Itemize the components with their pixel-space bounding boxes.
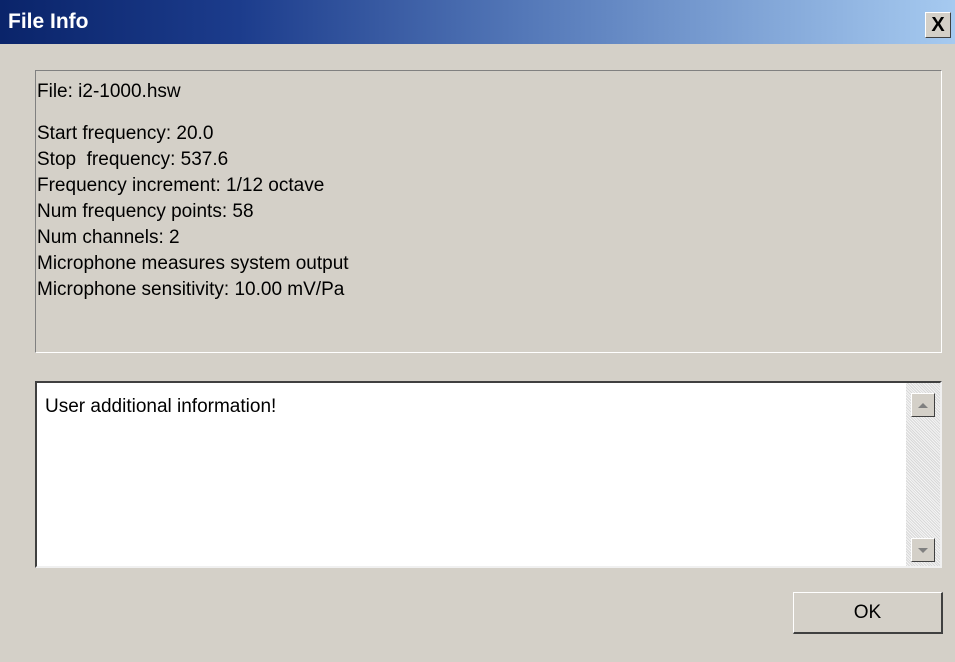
file-info-panel: File: i2-1000.hsw Start frequency: 20.0 … <box>35 70 942 353</box>
microphone-mode-text: Microphone measures system output <box>37 253 349 274</box>
num-channels-text: Num channels: 2 <box>37 227 180 248</box>
scroll-down-arrow-icon <box>918 547 928 553</box>
stop-frequency-text: Stop frequency: 537.6 <box>37 149 229 170</box>
ok-button-label: OK <box>853 601 882 623</box>
close-button[interactable]: X <box>925 12 951 38</box>
user-info-textarea[interactable]: User additional information! <box>35 381 942 568</box>
start-frequency-text: Start frequency: 20.0 <box>37 123 214 144</box>
close-icon: X <box>931 14 945 36</box>
file-name-text: File: i2-1000.hsw <box>37 81 181 102</box>
title-bar[interactable]: File Info X <box>0 0 955 44</box>
scroll-up-button[interactable] <box>911 393 935 417</box>
num-frequency-points-text: Num frequency points: 58 <box>37 201 254 222</box>
microphone-sensitivity-text: Microphone sensitivity: 10.00 mV/Pa <box>37 279 345 300</box>
window-title: File Info <box>8 10 89 33</box>
scroll-down-button[interactable] <box>911 538 935 562</box>
scroll-up-arrow-icon <box>918 402 928 408</box>
file-info-dialog: File Info X File: i2-1000.hsw Start freq… <box>0 0 955 662</box>
frequency-increment-text: Frequency increment: 1/12 octave <box>37 175 325 196</box>
user-info-text: User additional information! <box>45 396 277 417</box>
ok-button[interactable]: OK <box>793 592 943 634</box>
vertical-scrollbar[interactable] <box>906 383 940 566</box>
